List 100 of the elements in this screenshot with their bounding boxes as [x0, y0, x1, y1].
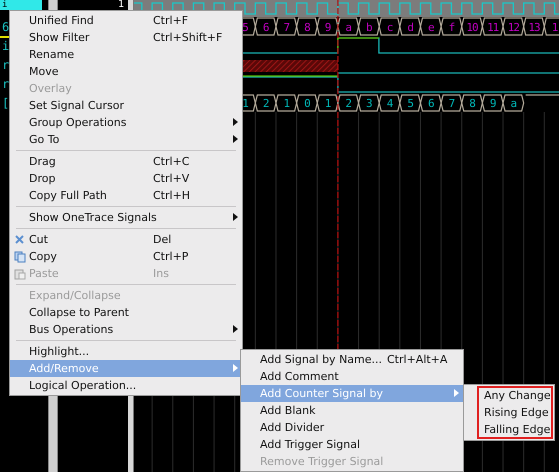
bus-value: d — [407, 21, 413, 34]
bus-segment — [275, 94, 298, 112]
bus-segment — [254, 94, 277, 112]
bus-segment — [254, 17, 277, 36]
submenu-arrow-icon — [233, 118, 238, 126]
bus-value: 6 — [428, 97, 434, 110]
menu-item[interactable]: Add Trigger Signal — [241, 436, 463, 453]
menu-item[interactable]: Cut Del — [10, 231, 242, 248]
bus-segment — [523, 17, 545, 36]
bus-segment — [316, 17, 339, 36]
menu-item[interactable]: Go To — [10, 131, 242, 148]
menu-item[interactable]: Add Signal by Name... Ctrl+Alt+A — [241, 351, 463, 368]
menu-item[interactable]: Logical Operation... — [10, 377, 242, 394]
menu-item[interactable]: Add Blank — [241, 402, 463, 419]
bus-value: a — [345, 21, 352, 34]
bus-value: e — [428, 21, 434, 34]
bus-value: 11 — [487, 21, 498, 34]
shortcut-text: Ctrl+H — [153, 189, 190, 202]
bus-value: 10 — [466, 21, 478, 34]
bus-segment — [461, 17, 483, 36]
submenu-arrow-icon — [454, 389, 459, 397]
bus-value: 8 — [469, 97, 475, 110]
bus-value: 9 — [490, 97, 496, 110]
copy-icon — [14, 250, 26, 262]
submenu-arrow-icon — [233, 325, 238, 333]
shortcut-text: Ctrl+F — [153, 14, 188, 27]
menu-item[interactable]: Collapse to Parent — [10, 304, 242, 321]
menu-item[interactable]: Unified Find Ctrl+F — [10, 12, 242, 29]
menu-item[interactable]: Drag Ctrl+C — [10, 153, 242, 170]
bus-value: 7 — [448, 97, 454, 110]
menu-item[interactable]: Copy Ctrl+P — [10, 248, 242, 265]
shortcut-text: Ins — [153, 267, 169, 280]
menu-item[interactable]: Group Operations — [10, 114, 242, 131]
bus-value: f — [448, 21, 454, 34]
menu-item[interactable]: Highlight... — [10, 343, 242, 360]
bus-segment — [420, 17, 442, 36]
menu-item[interactable]: Set Signal Cursor — [10, 97, 242, 114]
bus-segment — [502, 17, 524, 36]
scissors-icon — [14, 234, 25, 245]
menu-item[interactable]: Show Filter Ctrl+Shift+F — [10, 29, 242, 46]
bus-value: 1 — [552, 21, 558, 34]
bus-segment — [399, 17, 422, 36]
shortcut-text: Ctrl+V — [153, 172, 190, 185]
bus-segment — [461, 94, 483, 112]
signal-name[interactable]: i — [0, 40, 10, 52]
signal-value: 1 — [118, 0, 125, 9]
bus-segment — [420, 94, 442, 112]
bus-segment — [358, 94, 380, 112]
bus-value: 5 — [242, 21, 248, 34]
bus-value: 4 — [386, 97, 392, 110]
signal-name[interactable]: [ — [0, 96, 10, 108]
bus-segment — [399, 94, 422, 112]
bus-segment — [275, 17, 298, 36]
bus-segment — [337, 17, 360, 36]
submenu-arrow-icon — [233, 213, 238, 221]
menu-item[interactable]: Drop Ctrl+V — [10, 170, 242, 187]
menu-item[interactable]: Show OneTrace Signals — [10, 209, 242, 226]
bus-segment — [358, 17, 380, 36]
bus-segment — [296, 94, 318, 112]
bus-value: c — [386, 21, 392, 34]
bus-segment — [544, 17, 559, 36]
menu-item[interactable]: Copy Full Path Ctrl+H — [10, 187, 242, 204]
signal-name[interactable]: r — [0, 78, 10, 90]
bus-value: 9 — [324, 21, 330, 34]
bus-segment — [316, 94, 339, 112]
bus-value: 0 — [304, 97, 310, 110]
bus-segment — [337, 94, 360, 112]
bus-value: 2 — [345, 97, 352, 110]
signal-name[interactable]: r — [0, 58, 10, 70]
menu-item[interactable]: Any Change — [464, 387, 554, 404]
signal-name[interactable]: i — [0, 0, 42, 10]
menu-item[interactable]: Bus Operations — [10, 321, 242, 338]
bus-segment — [440, 17, 462, 36]
bus-value: a — [510, 97, 516, 110]
bus-value: 6 — [262, 21, 268, 34]
bus-value: 1 — [324, 97, 330, 110]
bus-segment — [378, 94, 400, 112]
menu-item[interactable]: Move — [10, 63, 242, 80]
submenu-arrow-icon — [233, 364, 238, 372]
menu-item[interactable]: Add Comment — [241, 368, 463, 385]
bus-value: 7 — [283, 21, 290, 34]
bus-segment — [482, 17, 504, 36]
bus-segment — [440, 94, 462, 112]
bus-segment — [296, 17, 318, 36]
menu-item[interactable]: Falling Edge — [464, 421, 554, 438]
menu-item[interactable]: Add Divider — [241, 419, 463, 436]
bus-value: 1 — [283, 97, 290, 110]
shortcut-text: Ctrl+Alt+A — [387, 353, 448, 366]
submenu-arrow-icon — [233, 135, 238, 143]
clipboard-icon — [14, 268, 26, 280]
bus-value: 13 — [528, 21, 540, 34]
menu-item[interactable]: Rising Edge — [464, 404, 554, 421]
bus-segment — [378, 17, 400, 36]
menu-item[interactable]: Rename — [10, 46, 242, 63]
bus-value: 12 — [508, 21, 519, 34]
shortcut-text: Del — [153, 233, 172, 246]
bus-value: 2 — [262, 97, 268, 110]
bus-value: 5 — [407, 97, 413, 110]
shortcut-text: Ctrl+Shift+F — [153, 31, 222, 44]
signal-name[interactable]: 6 — [0, 20, 10, 32]
